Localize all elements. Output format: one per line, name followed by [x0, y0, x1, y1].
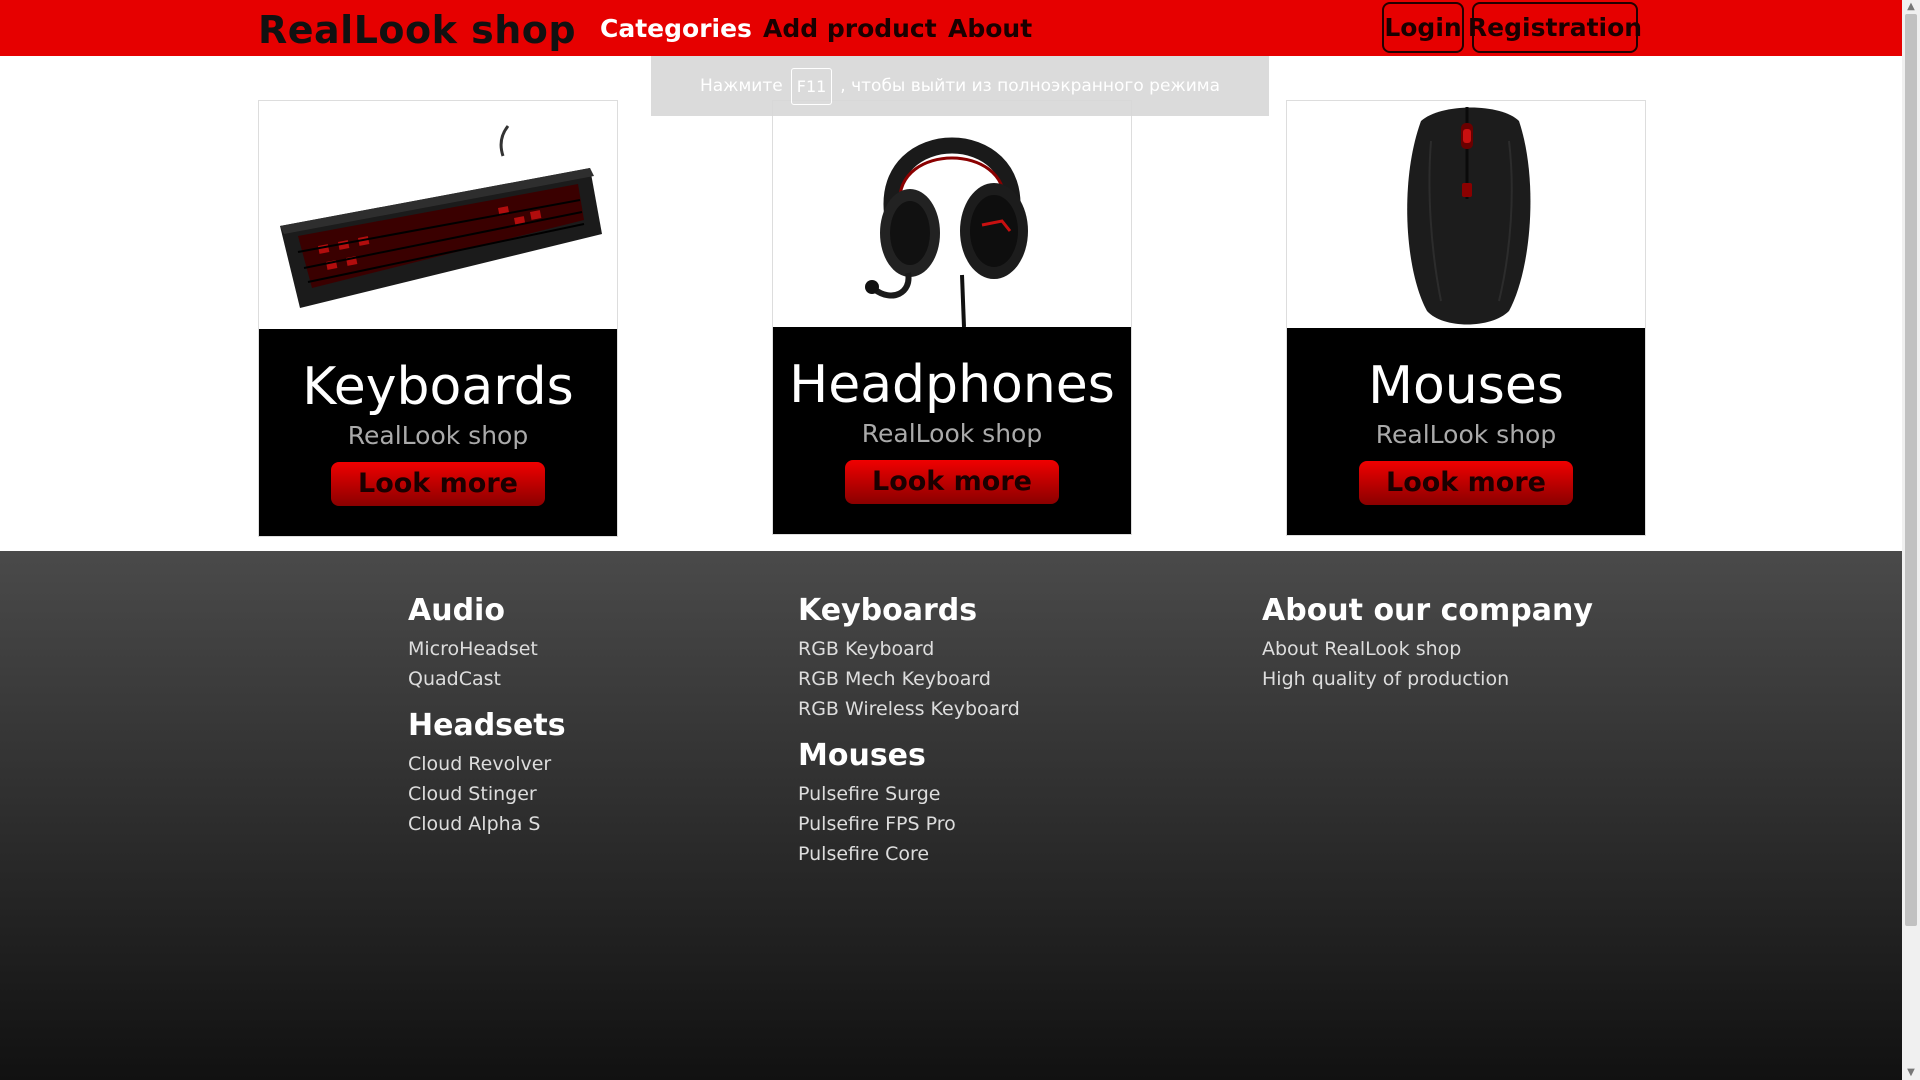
footer-heading-headsets: Headsets: [408, 708, 566, 743]
footer-link[interactable]: Cloud Alpha S: [408, 809, 566, 839]
scrollbar-thumb[interactable]: [1905, 14, 1917, 926]
top-navbar: RealLook shop Categories Add product Abo…: [0, 0, 1902, 56]
footer-heading-audio: Audio: [408, 593, 505, 628]
look-more-button[interactable]: Look more: [845, 460, 1059, 504]
scroll-up-arrow-icon[interactable]: ▲: [1902, 0, 1920, 14]
category-card-keyboards: Keyboards RealLook shop Look more: [258, 100, 618, 537]
category-card-mouses: Mouses RealLook shop Look more: [1286, 100, 1646, 536]
mouse-image: [1287, 101, 1645, 329]
card-title: Mouses: [1368, 356, 1564, 416]
f11-key-hint: F11: [790, 67, 833, 105]
page: RealLook shop Categories Add product Abo…: [0, 0, 1920, 1080]
footer-link[interactable]: Pulsefire FPS Pro: [798, 809, 1020, 839]
footer-link[interactable]: RGB Wireless Keyboard: [798, 694, 1020, 724]
footer-link[interactable]: QuadCast: [408, 664, 566, 694]
keyboard-image: [259, 101, 617, 330]
nav-add-product[interactable]: Add product: [763, 14, 937, 43]
look-more-button[interactable]: Look more: [331, 462, 545, 506]
category-card-headphones: Headphones RealLook shop Look more: [772, 100, 1132, 535]
nav-categories[interactable]: Categories: [600, 14, 752, 43]
look-more-button[interactable]: Look more: [1359, 461, 1573, 505]
footer-link[interactable]: High quality of production: [1262, 664, 1593, 694]
nav-about[interactable]: About: [948, 14, 1032, 43]
footer-heading-mouses: Mouses: [798, 738, 926, 773]
scroll-down-arrow-icon[interactable]: ▼: [1902, 1066, 1920, 1080]
footer-heading-company: About our company: [1262, 593, 1593, 628]
card-caption: Mouses RealLook shop Look more: [1287, 328, 1645, 535]
footer-link[interactable]: RGB Keyboard: [798, 634, 1020, 664]
card-subtitle: RealLook shop: [1375, 420, 1557, 449]
notice-text-before: Нажмите: [699, 76, 783, 96]
footer-link[interactable]: Cloud Stinger: [408, 779, 566, 809]
notice-text-after: , чтобы выйти из полноэкранного режима: [840, 76, 1221, 96]
card-caption: Keyboards RealLook shop Look more: [259, 329, 617, 536]
vertical-scrollbar[interactable]: ▲ ▼: [1902, 0, 1920, 1080]
headphones-image: [773, 101, 1131, 329]
card-caption: Headphones RealLook shop Look more: [773, 327, 1131, 534]
site-logo[interactable]: RealLook shop: [258, 8, 576, 52]
footer-link[interactable]: Pulsefire Core: [798, 839, 1020, 869]
fullscreen-notice: Нажмите F11 , чтобы выйти из полноэкранн…: [651, 56, 1269, 116]
footer: Audio MicroHeadset QuadCast Headsets Clo…: [0, 551, 1902, 1080]
login-button[interactable]: Login: [1382, 2, 1464, 53]
footer-column-left: Audio MicroHeadset QuadCast Headsets Clo…: [408, 593, 566, 839]
footer-link[interactable]: RGB Mech Keyboard: [798, 664, 1020, 694]
card-subtitle: RealLook shop: [347, 421, 529, 450]
footer-column-right: About our company About RealLook shop Hi…: [1262, 593, 1593, 694]
card-title: Headphones: [789, 355, 1115, 415]
footer-link[interactable]: About RealLook shop: [1262, 634, 1593, 664]
card-subtitle: RealLook shop: [861, 419, 1043, 448]
registration-button[interactable]: Registration: [1468, 2, 1642, 53]
footer-link[interactable]: MicroHeadset: [408, 634, 566, 664]
footer-link[interactable]: Pulsefire Surge: [798, 779, 1020, 809]
footer-heading-keyboards: Keyboards: [798, 593, 978, 628]
card-title: Keyboards: [302, 357, 574, 417]
footer-link[interactable]: Cloud Revolver: [408, 749, 566, 779]
footer-column-middle: Keyboards RGB Keyboard RGB Mech Keyboard…: [798, 593, 1020, 869]
